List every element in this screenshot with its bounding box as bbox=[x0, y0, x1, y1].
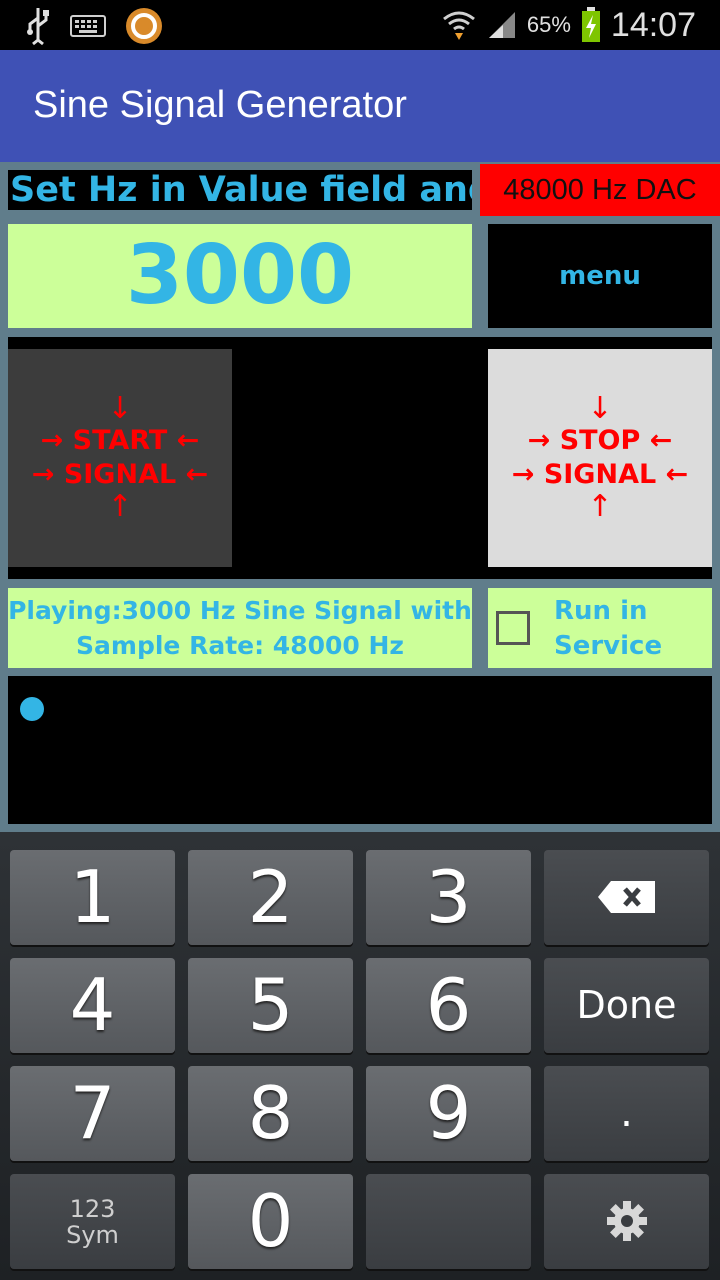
signal-controls: ↓ → START ← → SIGNAL ← ↑ ↓ → STOP ← → SI… bbox=[8, 337, 712, 579]
stop-signal-button[interactable]: ↓ → STOP ← → SIGNAL ← ↑ bbox=[488, 349, 712, 567]
numeric-keyboard: 1 2 3 4 5 6 Done 7 8 9 . 123 Sym 0 bbox=[0, 832, 720, 1280]
settings-key[interactable] bbox=[544, 1174, 709, 1269]
hint-text: Set Hz in Value field and.. bbox=[8, 170, 472, 210]
service-label-line-2: Service bbox=[554, 631, 663, 661]
dac-label: 48000 Hz DAC bbox=[480, 164, 720, 216]
waveform-display bbox=[8, 676, 712, 824]
run-in-service-checkbox[interactable] bbox=[496, 611, 530, 645]
key-9[interactable]: 9 bbox=[366, 1066, 531, 1161]
start-line-2: → SIGNAL ← bbox=[31, 459, 209, 490]
backspace-icon bbox=[597, 881, 655, 913]
status-bar-right: 65% 14:07 bbox=[441, 0, 696, 50]
signal-icon bbox=[488, 12, 515, 38]
playing-status: Playing:3000 Hz Sine Signal with Sample … bbox=[8, 588, 472, 668]
stop-line-2: → SIGNAL ← bbox=[511, 459, 689, 490]
key-1[interactable]: 1 bbox=[10, 850, 175, 945]
usb-icon bbox=[27, 8, 49, 46]
key-2[interactable]: 2 bbox=[188, 850, 353, 945]
dot-label: . bbox=[620, 1090, 633, 1136]
frequency-input[interactable]: 3000 bbox=[8, 224, 472, 328]
key-0-label: 0 bbox=[247, 1179, 294, 1263]
key-4[interactable]: 4 bbox=[10, 958, 175, 1053]
start-arrow-top: ↓ bbox=[107, 391, 133, 426]
wifi-icon bbox=[442, 11, 475, 40]
dot-key[interactable]: . bbox=[544, 1066, 709, 1161]
key-6-label: 6 bbox=[425, 963, 472, 1047]
symbols-label: 123 Sym bbox=[10, 1174, 175, 1248]
key-5[interactable]: 5 bbox=[188, 958, 353, 1053]
keyboard-icon bbox=[70, 15, 106, 37]
key-3[interactable]: 3 bbox=[366, 850, 531, 945]
app-title: Sine Signal Generator bbox=[33, 84, 407, 126]
key-1-label: 1 bbox=[69, 855, 116, 939]
service-label-line-1: Run in bbox=[554, 596, 648, 626]
key-8[interactable]: 8 bbox=[188, 1066, 353, 1161]
stop-arrow-bottom: ↑ bbox=[587, 489, 613, 524]
clock: 14:07 bbox=[610, 5, 696, 44]
symbols-line-1: 123 bbox=[69, 1195, 116, 1223]
key-5-label: 5 bbox=[247, 963, 294, 1047]
done-key[interactable]: Done bbox=[544, 958, 709, 1053]
main-content: Set Hz in Value field and.. 48000 Hz DAC… bbox=[0, 162, 720, 832]
start-arrow-bottom: ↑ bbox=[107, 489, 133, 524]
symbols-line-2: Sym bbox=[66, 1221, 119, 1249]
key-3-label: 3 bbox=[425, 855, 472, 939]
status-bar: 65% 14:07 bbox=[0, 0, 720, 50]
key-8-label: 8 bbox=[247, 1071, 294, 1155]
run-in-service-label: Run in Service bbox=[554, 594, 662, 664]
indicator-dot bbox=[20, 697, 44, 721]
playing-status-line-1: Playing:3000 Hz Sine Signal with bbox=[8, 596, 472, 625]
start-line-1: → START ← bbox=[40, 425, 200, 456]
battery-charging-icon bbox=[581, 7, 600, 42]
playing-status-line-2: Sample Rate: 48000 Hz bbox=[76, 631, 404, 660]
status-bar-left bbox=[24, 6, 164, 46]
stop-line-1: → STOP ← bbox=[527, 425, 673, 456]
done-label: Done bbox=[576, 983, 677, 1027]
app-notification-icon bbox=[126, 8, 162, 44]
start-signal-button[interactable]: ↓ → START ← → SIGNAL ← ↑ bbox=[8, 349, 232, 567]
battery-percent: 65% bbox=[526, 12, 571, 37]
blank-key[interactable] bbox=[366, 1174, 531, 1269]
key-9-label: 9 bbox=[425, 1071, 472, 1155]
key-4-label: 4 bbox=[69, 963, 116, 1047]
run-in-service-option[interactable]: Run in Service bbox=[488, 588, 712, 668]
action-bar: Sine Signal Generator bbox=[0, 50, 720, 162]
gear-icon bbox=[606, 1201, 647, 1241]
key-6[interactable]: 6 bbox=[366, 958, 531, 1053]
menu-button[interactable]: menu bbox=[488, 224, 712, 328]
backspace-key[interactable] bbox=[544, 850, 709, 945]
key-0[interactable]: 0 bbox=[188, 1174, 353, 1269]
symbols-key[interactable]: 123 Sym bbox=[10, 1174, 175, 1269]
key-2-label: 2 bbox=[247, 855, 294, 939]
key-7-label: 7 bbox=[69, 1071, 116, 1155]
stop-arrow-top: ↓ bbox=[587, 391, 613, 426]
key-7[interactable]: 7 bbox=[10, 1066, 175, 1161]
